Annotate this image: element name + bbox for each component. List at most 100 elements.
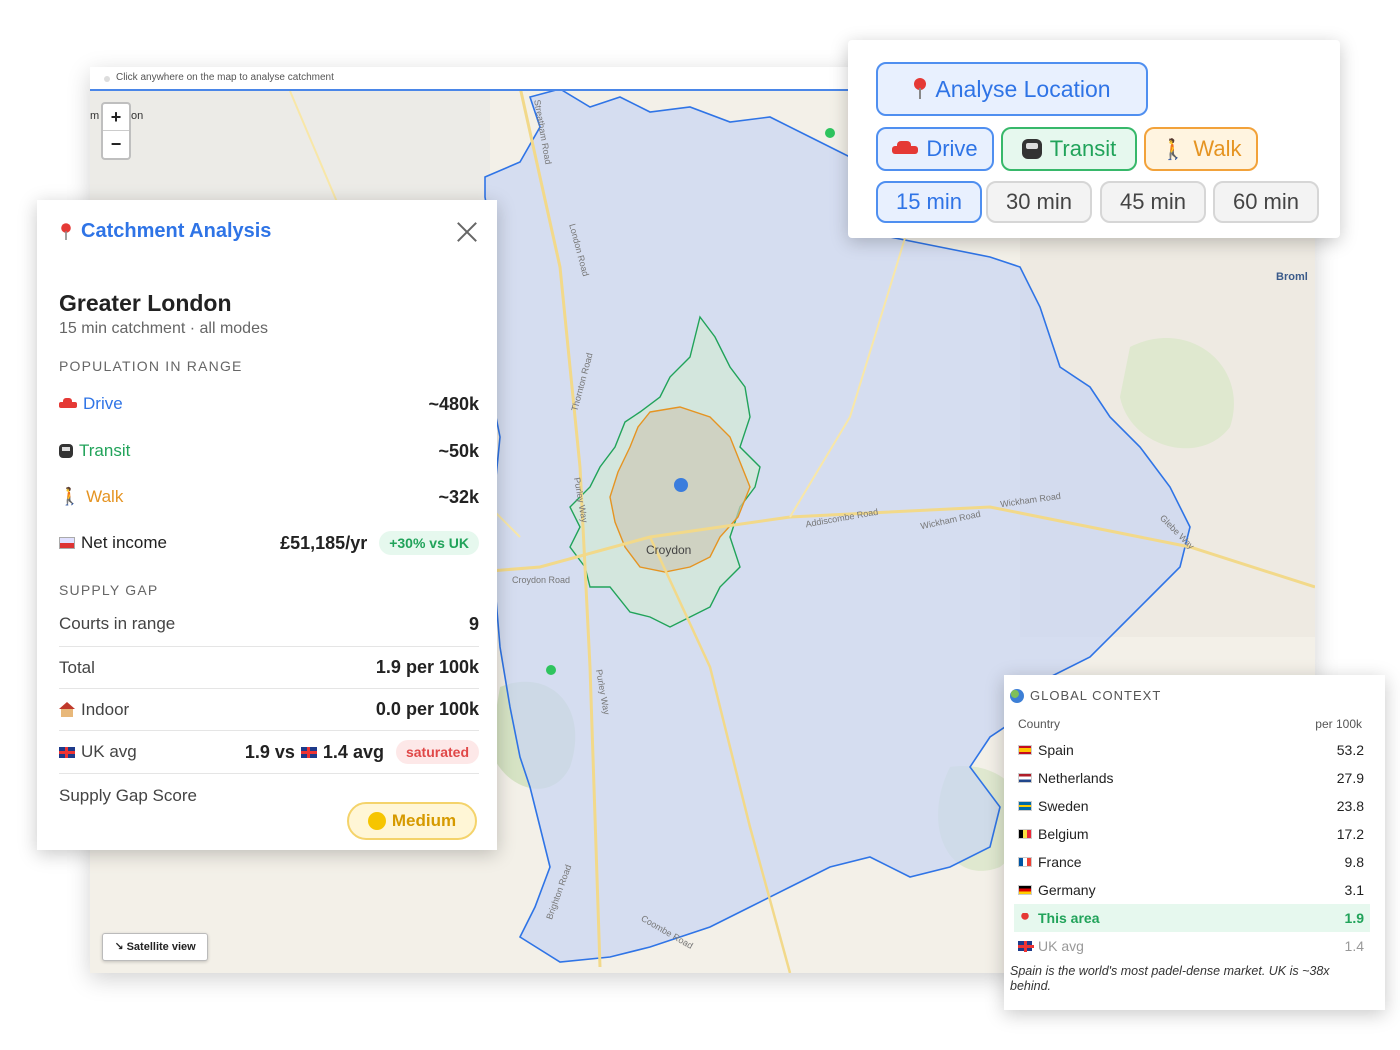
income-label: Net income (81, 533, 167, 552)
place-name: Greater London (59, 290, 232, 316)
table-row: Germany 3.1 (1014, 876, 1370, 904)
mode-drive-label: Drive (926, 136, 978, 161)
country-value: 9.8 (1344, 854, 1364, 870)
panel-title: Catchment Analysis (59, 220, 271, 243)
country-value: 1.9 (1344, 910, 1364, 926)
table-row: Sweden 23.8 (1014, 792, 1370, 820)
table-row-uk-avg: UK avg 1.4 (1014, 932, 1370, 960)
transit-label: Transit (79, 441, 131, 460)
population-drive-row: Drive ~480k (59, 392, 479, 416)
population-walk-row: 🚶 Walk ~32k (59, 485, 479, 509)
mode-transit-label: Transit (1049, 136, 1117, 161)
netherlands-flag-icon (1018, 773, 1032, 783)
global-note: Spain is the world's most padel-dense ma… (1010, 964, 1330, 993)
drive-value: ~480k (428, 393, 479, 414)
satellite-label: Satellite view (126, 941, 196, 953)
map-hint-text: Click anywhere on the map to analyse cat… (116, 72, 334, 83)
bus-icon (1021, 139, 1042, 159)
country-value: 1.4 (1344, 938, 1364, 954)
court-marker (546, 665, 556, 675)
country-name: Netherlands (1038, 770, 1114, 786)
uk-flag-icon (300, 746, 317, 758)
zoom-in-button[interactable]: + (103, 104, 129, 131)
table-header: Country per 100k (1018, 717, 1362, 731)
mode-walk-label: Walk (1193, 136, 1242, 161)
indoor-row: Indoor 0.0 per 100k (59, 688, 479, 730)
indoor-label: Indoor (81, 699, 130, 719)
zoom-control: + − (101, 102, 131, 160)
income-badge: +30% vs UK (379, 531, 479, 555)
analyse-label: Analyse Location (935, 75, 1111, 102)
satellite-view-button[interactable]: ↘ Satellite view (102, 933, 208, 961)
map-place-label: on (131, 110, 144, 122)
supply-heading: SUPPLY GAP (59, 582, 159, 598)
town-label: Croydon (646, 543, 692, 557)
uk-avg-row: UK avg 1.9 vs 1.4 avg saturated (59, 730, 479, 774)
uk-avg-label: UK avg (81, 742, 137, 761)
courts-row: Courts in range 9 (59, 612, 479, 636)
drive-label: Drive (83, 394, 123, 413)
center-marker (674, 478, 688, 492)
time-30-button[interactable]: 30 min (986, 181, 1092, 223)
country-value: 27.9 (1336, 770, 1364, 786)
score-label: Supply Gap Score (59, 786, 197, 805)
house-icon (59, 701, 75, 718)
country-name: Sweden (1038, 798, 1089, 814)
population-heading: POPULATION IN RANGE (59, 358, 243, 374)
uk-avg-value-a: 1.9 vs (244, 741, 295, 762)
country-name: UK avg (1038, 938, 1084, 954)
net-income-row: Net income £51,185/yr +30% vs UK (59, 531, 479, 555)
analyse-location-button[interactable]: Analyse Location (876, 62, 1148, 116)
close-icon[interactable] (454, 219, 480, 245)
pin-icon (913, 78, 927, 100)
globe-icon (1010, 688, 1024, 703)
country-name: Germany (1038, 882, 1096, 898)
zoom-out-button[interactable]: − (103, 131, 129, 158)
mode-drive-button[interactable]: Drive (876, 127, 994, 171)
car-icon (892, 141, 919, 157)
walking-icon: 🚶 (59, 487, 81, 506)
time-45-button[interactable]: 45 min (1100, 181, 1206, 223)
col-value: per 100k (1315, 717, 1362, 731)
uk-avg-value-b: 1.4 avg (322, 741, 384, 762)
mode-walk-button[interactable]: 🚶 Walk (1144, 127, 1258, 171)
road-label: Croydon Road (512, 575, 571, 585)
country-value: 23.8 (1336, 798, 1364, 814)
country-value: 53.2 (1336, 742, 1364, 758)
total-row: Total 1.9 per 100k (59, 646, 479, 688)
country-value: 3.1 (1344, 882, 1364, 898)
table-row: France 9.8 (1014, 848, 1370, 876)
score-value: Medium (391, 811, 457, 830)
mode-transit-button[interactable]: Transit (1001, 127, 1137, 171)
country-name: France (1038, 854, 1082, 870)
global-title-text: GLOBAL CONTEXT (1030, 688, 1162, 703)
time-60-button[interactable]: 60 min (1213, 181, 1319, 223)
walking-icon: 🚶 (1160, 138, 1186, 161)
walk-value: ~32k (438, 486, 479, 507)
court-marker (825, 128, 835, 138)
catchment-analysis-panel: Catchment Analysis Greater London 15 min… (37, 200, 497, 850)
total-value: 1.9 per 100k (375, 657, 479, 677)
sweden-flag-icon (1018, 801, 1032, 811)
time-15-button[interactable]: 15 min (876, 181, 982, 223)
indoor-value: 0.0 per 100k (375, 699, 479, 719)
saturated-badge: saturated (395, 740, 479, 764)
town-label: Broml (1276, 271, 1308, 283)
country-name: Spain (1038, 742, 1074, 758)
population-transit-row: Transit ~50k (59, 439, 479, 463)
table-row: Spain 53.2 (1014, 736, 1370, 764)
country-name: This area (1038, 910, 1100, 926)
courts-value: 9 (468, 613, 479, 634)
table-row: Netherlands 27.9 (1014, 764, 1370, 792)
global-context-panel: GLOBAL CONTEXT Country per 100k Spain 53… (1004, 675, 1385, 1010)
money-icon (59, 537, 75, 549)
total-label: Total (59, 657, 95, 677)
place-subtitle: 15 min catchment · all modes (59, 320, 268, 337)
analysis-controls-panel: Analyse Location Drive Transit 🚶 Walk 15… (848, 40, 1340, 238)
pin-icon (1018, 913, 1032, 923)
income-value: £51,185/yr (280, 532, 368, 553)
france-flag-icon (1018, 857, 1032, 867)
germany-flag-icon (1018, 885, 1032, 895)
uk-flag-icon (59, 746, 75, 758)
bus-icon (59, 444, 73, 458)
